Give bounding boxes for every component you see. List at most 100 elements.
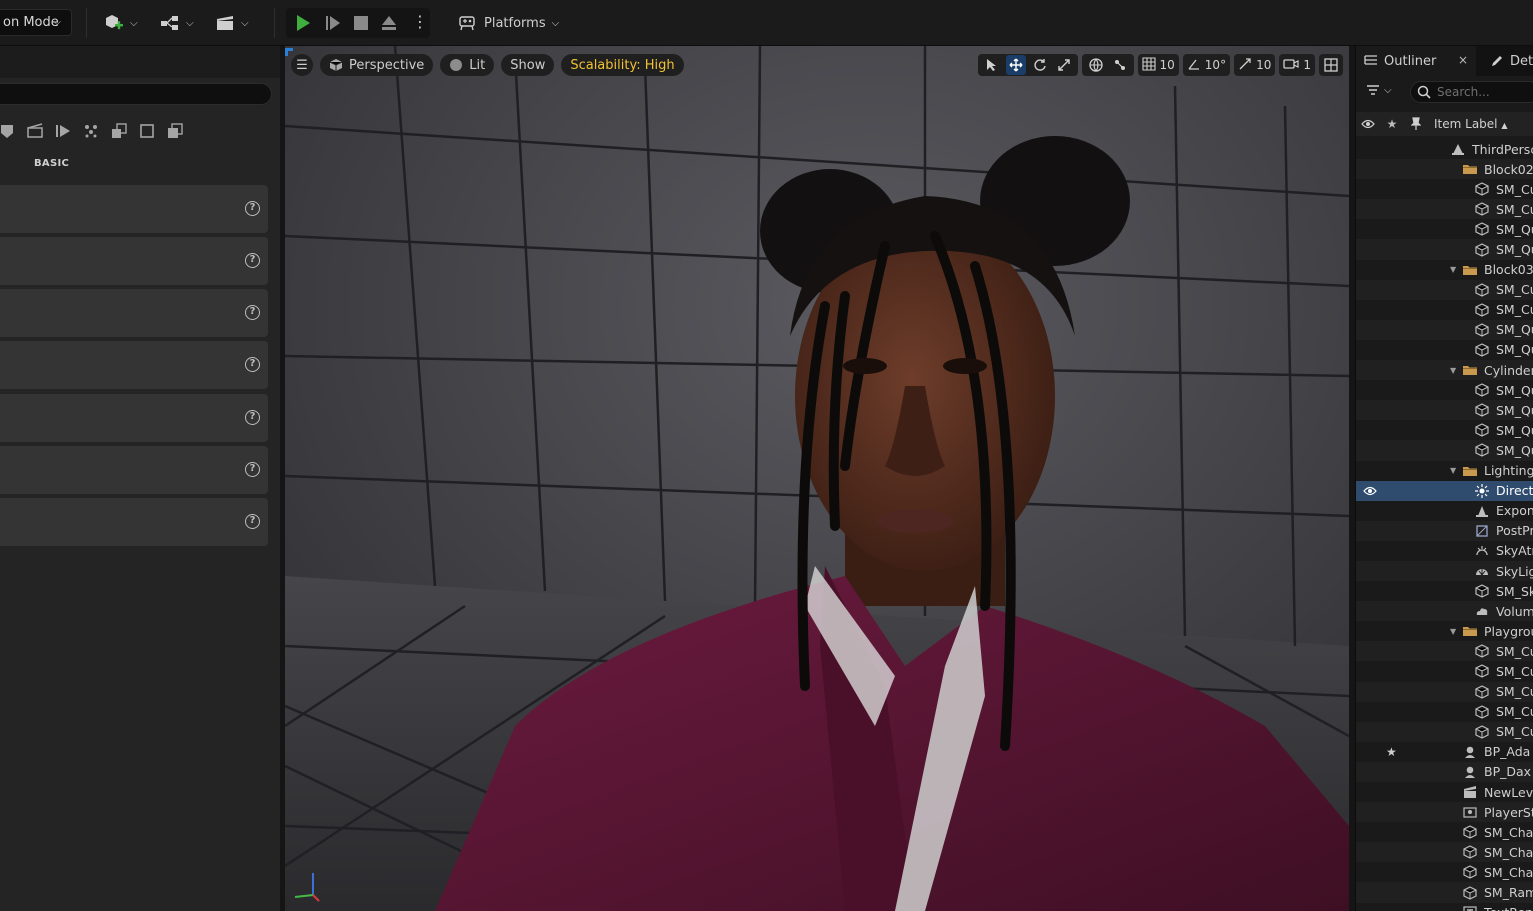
geometry-category-icon[interactable]	[108, 120, 130, 142]
blueprint-button[interactable]: ⌵	[160, 10, 194, 36]
outliner-folder-row[interactable]: ▼ Cylinder	[1356, 360, 1533, 381]
show-dropdown[interactable]: Show	[501, 54, 555, 76]
volumes-category-icon[interactable]	[136, 120, 158, 142]
list-item[interactable]: ?	[0, 498, 268, 546]
outliner-row[interactable]: NewLev	[1356, 782, 1533, 802]
stop-icon[interactable]	[352, 14, 370, 32]
outliner-row[interactable]: SM_Chai	[1356, 862, 1533, 882]
close-icon[interactable]: ×	[1458, 53, 1468, 67]
expand-arrow-icon[interactable]: ▼	[1450, 265, 1456, 274]
globe-icon[interactable]	[1086, 55, 1106, 75]
help-icon[interactable]: ?	[245, 253, 260, 268]
lights-category-icon[interactable]	[24, 120, 46, 142]
outliner-row[interactable]: SM_Cu	[1356, 300, 1533, 320]
outliner-row[interactable]: SkyAtı	[1356, 541, 1533, 561]
help-icon[interactable]: ?	[245, 410, 260, 425]
outliner-folder-row[interactable]: ▼ Playgrou	[1356, 621, 1533, 641]
list-item[interactable]: ?	[0, 446, 268, 494]
outliner-row[interactable]: SM_Cu	[1356, 661, 1533, 681]
outliner-row[interactable]: BP_Dax	[1356, 761, 1533, 782]
outliner-folder-row[interactable]: ▼ Block03	[1356, 260, 1533, 280]
list-item[interactable]: ?	[0, 394, 268, 442]
outliner-row[interactable]: SkyLig	[1356, 560, 1533, 582]
add-actor-button[interactable]: ⌵	[104, 10, 138, 36]
list-item[interactable]: ?	[0, 341, 268, 389]
outliner-row[interactable]: PostPr	[1356, 520, 1533, 541]
item-label-column[interactable]: Item Label ▲	[1434, 117, 1508, 131]
grid-snap-group[interactable]: 10	[1137, 54, 1179, 76]
outliner-row[interactable]: SM_Chai	[1356, 822, 1533, 842]
star-icon[interactable]: ★	[1380, 117, 1404, 131]
help-icon[interactable]: ?	[245, 201, 260, 216]
outliner-row[interactable]: SM_Cu	[1356, 681, 1533, 702]
more-options-icon[interactable]: ⋮	[412, 12, 428, 32]
outliner-folder-row[interactable]: Block02	[1356, 159, 1533, 180]
surface-snap-icon[interactable]	[1110, 55, 1130, 75]
outliner-search-input[interactable]: Search...	[1410, 81, 1533, 103]
perspective-dropdown[interactable]: Perspective	[320, 54, 434, 76]
outliner-row[interactable]: SM_Qu	[1356, 380, 1533, 400]
outliner-folder-row[interactable]: ▼ Lighting	[1356, 461, 1533, 481]
visual-effects-category-icon[interactable]	[80, 120, 102, 142]
camera-speed-group[interactable]: 1	[1279, 54, 1315, 76]
layout-button[interactable]	[1319, 54, 1343, 76]
outliner-row[interactable]: SM_Chai	[1356, 842, 1533, 863]
list-item[interactable]: ?	[0, 185, 268, 233]
select-icon[interactable]	[982, 55, 1002, 75]
help-icon[interactable]: ?	[245, 305, 260, 320]
outliner-row[interactable]: SM_Qu	[1356, 440, 1533, 461]
outliner-row[interactable]: Expon	[1356, 501, 1533, 521]
outliner-row[interactable]: SM_Qu	[1356, 239, 1533, 260]
play-icon[interactable]	[294, 14, 312, 32]
help-icon[interactable]: ?	[245, 514, 260, 529]
cinematic-category-icon[interactable]	[52, 120, 74, 142]
expand-arrow-icon[interactable]: ▼	[1450, 627, 1456, 636]
visibility-column-eye-icon[interactable]	[1356, 119, 1380, 129]
tab-details[interactable]: Deta	[1486, 46, 1533, 76]
outliner-row[interactable]: SM_Qu	[1356, 219, 1533, 239]
outliner-row[interactable]: ThirdPersc	[1356, 139, 1533, 159]
help-icon[interactable]: ?	[245, 357, 260, 372]
platforms-dropdown[interactable]: Platforms ⌵	[458, 10, 559, 36]
outliner-row[interactable]: SM_Cu	[1356, 641, 1533, 662]
outliner-row[interactable]: Volum	[1356, 601, 1533, 622]
star-icon[interactable]: ★	[1386, 745, 1397, 759]
outliner-row[interactable]: SM_Cu	[1356, 279, 1533, 300]
visibility-eye-icon[interactable]	[1362, 483, 1378, 499]
outliner-row[interactable]: SM_Cu	[1356, 702, 1533, 722]
rotation-snap-group[interactable]: 10°	[1182, 54, 1231, 76]
translate-icon[interactable]	[1005, 55, 1026, 75]
outliner-row[interactable]: ★ BP_Ada	[1356, 742, 1533, 762]
search-input[interactable]	[0, 83, 272, 105]
level-viewport[interactable]: ☰ Perspective Lit Show Scalability: High	[285, 46, 1349, 911]
advance-frame-icon[interactable]	[324, 14, 342, 32]
rotate-icon[interactable]	[1030, 55, 1050, 75]
outliner-row[interactable]: SM_Cu	[1356, 179, 1533, 199]
outliner-row[interactable]: SM_Qu	[1356, 400, 1533, 421]
outliner-row[interactable]: SM_Qu	[1356, 319, 1533, 340]
scale-snap-group[interactable]: 10	[1234, 54, 1276, 76]
scalability-dropdown[interactable]: Scalability: High	[561, 54, 684, 76]
outliner-row[interactable]: SM_Cu	[1356, 199, 1533, 220]
outliner-row[interactable]: Directi	[1356, 480, 1533, 501]
expand-arrow-icon[interactable]: ▼	[1450, 366, 1456, 375]
list-item[interactable]: ?	[0, 289, 268, 337]
outliner-row[interactable]: SM_Ram	[1356, 882, 1533, 903]
outliner-row[interactable]: PlayerSt	[1356, 802, 1533, 823]
eject-icon[interactable]	[380, 14, 398, 32]
outliner-row[interactable]: SM_Cu	[1356, 721, 1533, 742]
expand-arrow-icon[interactable]: ▼	[1450, 466, 1456, 475]
cinematics-button[interactable]: ⌵	[215, 10, 249, 36]
outliner-row[interactable]: SM_Qu	[1356, 340, 1533, 360]
scale-icon[interactable]	[1054, 55, 1074, 75]
pin-icon[interactable]	[1404, 117, 1428, 131]
outliner-row[interactable]: SM_Qu	[1356, 420, 1533, 440]
filter-button[interactable]: ⌵	[1366, 84, 1392, 96]
outliner-row[interactable]: SM_Sk	[1356, 581, 1533, 601]
hamburger-menu-icon[interactable]: ☰	[291, 54, 313, 76]
help-icon[interactable]: ?	[245, 462, 260, 477]
all-classes-category-icon[interactable]	[164, 120, 186, 142]
shape-category-icon[interactable]	[0, 120, 18, 142]
lit-dropdown[interactable]: Lit	[440, 54, 495, 76]
outliner-row[interactable]: TextRen	[1356, 903, 1533, 911]
